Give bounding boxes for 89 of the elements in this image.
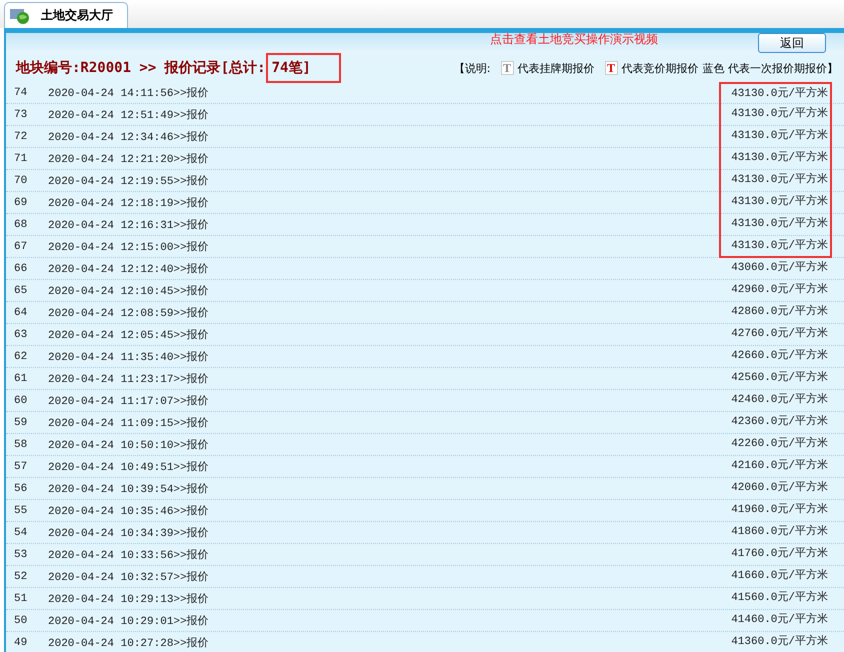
legend-text: 代表挂牌期报价 — [518, 60, 594, 76]
bid-price: 41460.0元/平方米 — [730, 612, 829, 628]
bid-time: 2020-04-24 12:08:59>>报价 — [48, 306, 210, 320]
row-number: 49 — [14, 636, 28, 648]
tab[interactable]: 土地交易大厅 — [4, 2, 128, 28]
bid-price: 43130.0元/平方米 — [719, 170, 832, 192]
bid-price: 42260.0元/平方米 — [730, 436, 829, 452]
row-number: 52 — [14, 570, 28, 582]
bid-time: 2020-04-24 12:19:55>>报价 — [48, 174, 210, 188]
bid-time: 2020-04-24 12:51:49>>报价 — [48, 108, 210, 122]
row-number: 69 — [14, 196, 28, 208]
bid-time: 2020-04-24 12:05:45>>报价 — [48, 328, 210, 342]
bid-price: 42160.0元/平方米 — [730, 458, 829, 474]
bid-price: 43130.0元/平方米 — [719, 214, 832, 236]
bidding-phase-marker: T — [604, 61, 618, 75]
bid-time: 2020-04-24 11:17:07>>报价 — [48, 394, 210, 408]
record-count: 74笔] — [266, 53, 341, 83]
row-number: 72 — [14, 130, 28, 142]
row-number: 71 — [14, 152, 28, 164]
row-number: 57 — [14, 460, 28, 472]
bid-price: 42660.0元/平方米 — [730, 348, 829, 364]
row-number: 61 — [14, 372, 28, 384]
row-number: 66 — [14, 262, 28, 274]
bid-price: 43130.0元/平方米 — [719, 192, 832, 214]
row-number: 68 — [14, 218, 28, 230]
bid-time: 2020-04-24 12:21:20>>报价 — [48, 152, 210, 166]
bid-price: 42060.0元/平方米 — [730, 480, 829, 496]
bid-time: 2020-04-24 12:18:19>>报价 — [48, 196, 210, 210]
row-number: 65 — [14, 284, 28, 296]
bid-price: 43130.0元/平方米 — [719, 104, 832, 126]
bid-price: 43130.0元/平方米 — [719, 82, 832, 104]
bid-time: 2020-04-24 10:27:28>>报价 — [48, 636, 210, 650]
bid-price: 42560.0元/平方米 — [730, 370, 829, 386]
row-number: 55 — [14, 504, 28, 516]
bid-price: 42460.0元/平方米 — [730, 392, 829, 408]
row-number: 60 — [14, 394, 28, 406]
bid-time: 2020-04-24 12:34:46>>报价 — [48, 130, 210, 144]
back-button[interactable]: 返回 — [758, 33, 826, 53]
row-number: 59 — [14, 416, 28, 428]
listing-phase-marker: T — [500, 61, 514, 75]
bid-price: 43060.0元/平方米 — [730, 260, 829, 276]
row-number: 70 — [14, 174, 28, 186]
bid-time: 2020-04-24 10:32:57>>报价 — [48, 570, 210, 584]
record-heading: 地块编号:R20001 >> 报价记录[总计: — [16, 59, 266, 77]
bid-price: 41660.0元/平方米 — [730, 568, 829, 584]
bid-price: 43130.0元/平方米 — [719, 126, 832, 148]
bid-price: 41560.0元/平方米 — [730, 590, 829, 606]
bid-time: 2020-04-24 12:12:40>>报价 — [48, 262, 210, 276]
row-number: 63 — [14, 328, 28, 340]
bid-time: 2020-04-24 10:34:39>>报价 — [48, 526, 210, 540]
bid-price: 41860.0元/平方米 — [730, 524, 829, 540]
row-number: 50 — [14, 614, 28, 626]
bid-time: 2020-04-24 10:35:46>>报价 — [48, 504, 210, 518]
bid-price: 42760.0元/平方米 — [730, 326, 829, 342]
bid-time: 2020-04-24 14:11:56>>报价 — [48, 86, 210, 100]
bid-price: 42360.0元/平方米 — [730, 414, 829, 430]
row-number: 51 — [14, 592, 28, 604]
bid-time: 2020-04-24 10:29:13>>报价 — [48, 592, 210, 606]
bid-time: 2020-04-24 11:09:15>>报价 — [48, 416, 210, 430]
bid-time: 2020-04-24 12:10:45>>报价 — [48, 284, 210, 298]
bid-time: 2020-04-24 11:23:17>>报价 — [48, 372, 210, 386]
legend-text: 代表竞价期报价 — [622, 60, 698, 76]
bid-time: 2020-04-24 11:35:40>>报价 — [48, 350, 210, 364]
row-number: 67 — [14, 240, 28, 252]
row-number: 53 — [14, 548, 28, 560]
globe-icon — [9, 6, 31, 24]
bid-price: 42960.0元/平方米 — [730, 282, 829, 298]
row-number: 56 — [14, 482, 28, 494]
row-number: 74 — [14, 86, 28, 98]
bid-price: 43130.0元/平方米 — [719, 236, 832, 258]
bid-price: 43130.0元/平方米 — [719, 148, 832, 170]
row-number: 62 — [14, 350, 28, 362]
bid-price: 41960.0元/平方米 — [730, 502, 829, 518]
bid-time: 2020-04-24 10:39:54>>报价 — [48, 482, 210, 496]
bid-time: 2020-04-24 10:49:51>>报价 — [48, 460, 210, 474]
bid-time: 2020-04-24 12:16:31>>报价 — [48, 218, 210, 232]
bid-price: 42860.0元/平方米 — [730, 304, 829, 320]
bid-time: 2020-04-24 12:15:00>>报价 — [48, 240, 210, 254]
legend-label: 【说明: — [454, 60, 490, 76]
bid-time: 2020-04-24 10:33:56>>报价 — [48, 548, 210, 562]
bid-price: 41760.0元/平方米 — [730, 546, 829, 562]
bid-price: 41360.0元/平方米 — [730, 634, 829, 650]
row-number: 64 — [14, 306, 28, 318]
row-number: 54 — [14, 526, 28, 538]
bid-time: 2020-04-24 10:29:01>>报价 — [48, 614, 210, 628]
row-number: 58 — [14, 438, 28, 450]
legend-text: 蓝色 代表一次报价期报价】 — [702, 60, 838, 76]
row-number: 73 — [14, 108, 28, 120]
bid-time: 2020-04-24 10:50:10>>报价 — [48, 438, 210, 452]
